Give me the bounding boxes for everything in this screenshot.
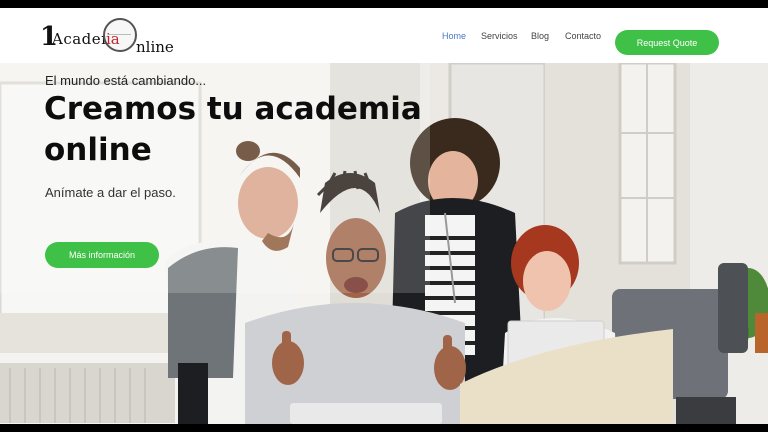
- hero-title: Creamos tu academia online: [44, 91, 422, 168]
- logo-text-end: nline: [136, 38, 174, 56]
- nav-services[interactable]: Servicios: [481, 31, 518, 41]
- nav-blog[interactable]: Blog: [531, 31, 549, 41]
- video-letterbox-top: [0, 0, 768, 8]
- video-letterbox-bottom: [0, 424, 768, 432]
- request-quote-button[interactable]: Request Quote: [615, 30, 719, 55]
- hero-section: El mundo está cambiando... Creamos tu ac…: [0, 63, 768, 424]
- site-header: 1 Academ ia nline Home Servicios Blog Co…: [0, 8, 768, 63]
- nav-contact[interactable]: Contacto: [565, 31, 601, 41]
- site-logo[interactable]: 1 Academ ia nline: [40, 18, 190, 56]
- hero-eyebrow: El mundo está cambiando...: [45, 73, 207, 88]
- logo-text-highlight: ia: [106, 30, 120, 48]
- hero-subtitle: Anímate a dar el paso.: [45, 185, 176, 200]
- nav-home[interactable]: Home: [442, 31, 466, 41]
- more-info-button[interactable]: Más información: [45, 242, 159, 268]
